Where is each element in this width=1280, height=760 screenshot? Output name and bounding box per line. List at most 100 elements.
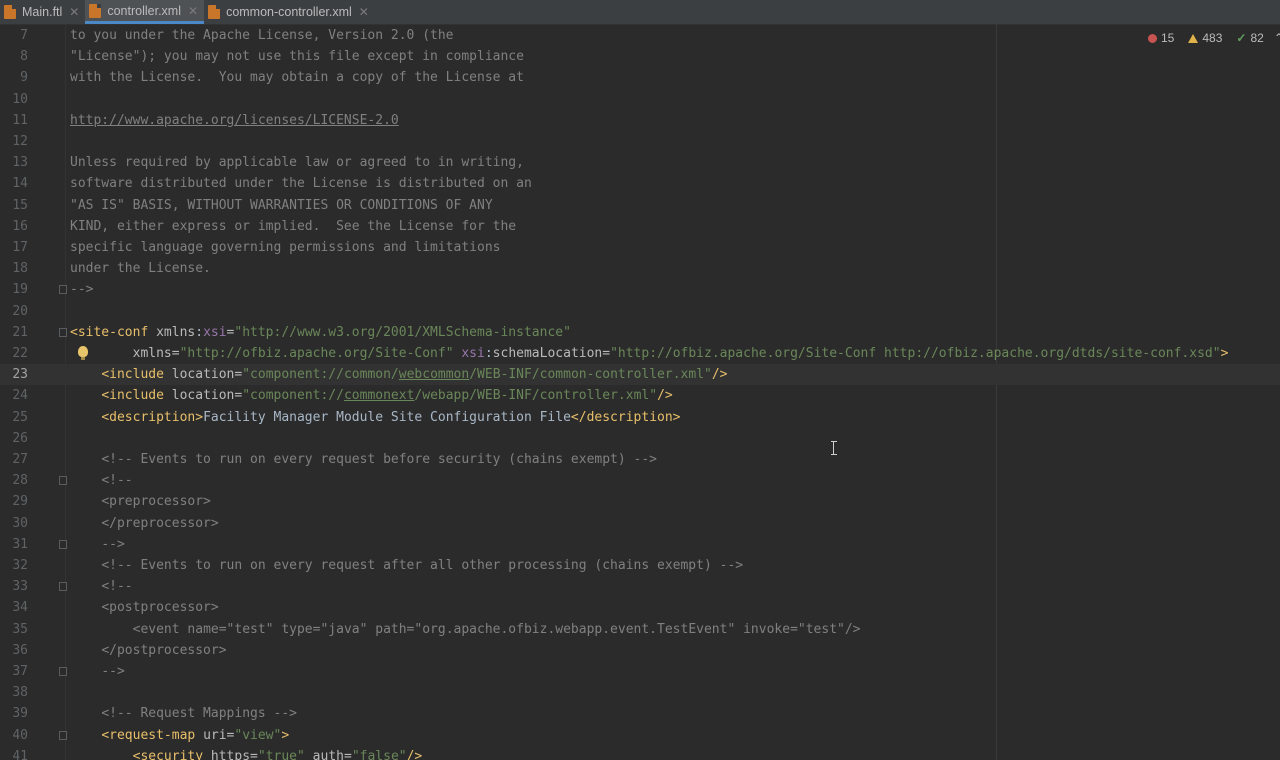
line-number[interactable]: 10 [0, 89, 28, 110]
line-number[interactable]: 27 [0, 449, 28, 470]
code-line[interactable]: 15 "AS IS" BASIS, WITHOUT WARRANTIES OR C… [0, 195, 1280, 216]
code-line[interactable]: 39 <!-- Request Mappings --> [0, 703, 1280, 724]
code-line[interactable]: 38 [0, 682, 1280, 703]
code-line[interactable]: 8 "License"); you may not use this file e… [0, 46, 1280, 67]
code-line[interactable]: 26 [0, 428, 1280, 449]
line-number[interactable]: 12 [0, 131, 28, 152]
line-number[interactable]: 28 [0, 470, 28, 491]
line-number[interactable]: 16 [0, 216, 28, 237]
code-token: = [602, 346, 611, 361]
fold-marker-icon[interactable] [59, 539, 67, 549]
code-line[interactable]: 10 [0, 89, 1280, 110]
inspection-widget[interactable]: 15 483 ✓ 82 ⌃ [1148, 29, 1280, 47]
line-number[interactable]: 23 [0, 364, 28, 385]
fold-marker-icon[interactable] [59, 285, 67, 295]
line-number[interactable]: 24 [0, 385, 28, 406]
code-token: http://www.apache.org/licenses/LICENSE-2… [70, 112, 399, 128]
close-icon[interactable]: ✕ [359, 5, 369, 19]
line-number[interactable]: 33 [0, 576, 28, 597]
code-line[interactable]: 31 --> [0, 534, 1280, 555]
xml-file-icon [89, 3, 102, 18]
line-number[interactable]: 13 [0, 152, 28, 173]
fold-marker-icon[interactable] [59, 667, 67, 676]
code-line[interactable]: 25 <description>Facility Manager Module … [0, 407, 1280, 428]
line-number[interactable]: 15 [0, 195, 28, 216]
ftl-file-icon [4, 5, 16, 19]
close-icon[interactable]: ✕ [69, 5, 79, 19]
line-number[interactable]: 34 [0, 597, 28, 618]
code-line[interactable]: 36 </postprocessor> [0, 640, 1280, 661]
code-token: /> [406, 748, 423, 760]
code-editor[interactable]: 7 to you under the Apache License, Versio… [0, 24, 1280, 760]
code-line[interactable]: 22 xmlns="http://ofbiz.apache.org/Site-C… [0, 343, 1280, 364]
line-number[interactable]: 17 [0, 237, 28, 258]
code-line[interactable]: 37 --> [0, 661, 1280, 682]
line-number[interactable]: 18 [0, 258, 28, 279]
code-line[interactable]: 40 <request-map uri="view"> [0, 725, 1280, 746]
line-number[interactable]: 20 [0, 301, 28, 322]
code-line[interactable]: 34 <postprocessor> [0, 597, 1280, 618]
code-line[interactable]: 14 software distributed under the License… [0, 173, 1280, 194]
fold-marker-icon[interactable] [59, 582, 67, 592]
fold-marker-icon[interactable] [59, 730, 67, 740]
code-line[interactable]: 21 <site-conf xmlns:xsi="http://www.w3.or… [0, 322, 1280, 343]
code-line[interactable]: 32 <!-- Events to run on every request a… [0, 555, 1280, 576]
close-icon[interactable]: ✕ [188, 4, 198, 18]
code-line[interactable]: 16 KIND, either express or implied. See t… [0, 216, 1280, 237]
line-number[interactable]: 9 [0, 67, 28, 88]
code-line[interactable]: 29 <preprocessor> [0, 491, 1280, 512]
code-line[interactable]: 20 [0, 301, 1280, 322]
line-number[interactable]: 14 [0, 173, 28, 194]
chevron-up-icon[interactable]: ⌃ [1274, 31, 1280, 45]
line-number[interactable]: 41 [0, 746, 28, 760]
code-line[interactable]: 28 <!-- [0, 470, 1280, 491]
line-number[interactable]: 35 [0, 619, 28, 640]
code-line[interactable]: 12 [0, 131, 1280, 152]
line-number[interactable]: 36 [0, 640, 28, 661]
code-line[interactable]: 24 <include location="component://common… [0, 385, 1280, 406]
code-line[interactable]: 9 with the License. You may obtain a copy… [0, 67, 1280, 88]
code-line[interactable]: 33 <!-- [0, 576, 1280, 597]
code-line[interactable]: 18 under the License. [0, 258, 1280, 279]
line-number[interactable]: 37 [0, 661, 28, 682]
line-number[interactable]: 32 [0, 555, 28, 576]
line-number[interactable]: 11 [0, 110, 28, 131]
code-line[interactable]: 35 <event name="test" type="java" path="… [0, 619, 1280, 640]
line-code: <!-- Events to run on every request befo… [70, 449, 657, 470]
line-number[interactable]: 40 [0, 725, 28, 746]
line-number[interactable]: 7 [0, 25, 28, 46]
line-number[interactable]: 39 [0, 703, 28, 724]
line-number[interactable]: 21 [0, 322, 28, 343]
tab-controller-xml[interactable]: controller.xml ✕ [85, 0, 205, 24]
code-line[interactable]: 11 http://www.apache.org/licenses/LICENSE… [0, 110, 1280, 131]
code-line[interactable]: 23 <include location="component://common… [0, 364, 1280, 386]
line-number[interactable]: 22 [0, 343, 28, 364]
code-token: = [343, 748, 352, 760]
line-number[interactable]: 38 [0, 682, 28, 703]
line-number[interactable]: 8 [0, 46, 28, 67]
code-line[interactable]: 41 <security https="true" auth="false"/> [0, 746, 1280, 760]
line-number[interactable]: 30 [0, 513, 28, 534]
code-line[interactable]: 7 to you under the Apache License, Versio… [0, 25, 1280, 46]
code-line[interactable]: 17 specific language governing permission… [0, 237, 1280, 258]
line-number[interactable]: 29 [0, 491, 28, 512]
line-number[interactable]: 26 [0, 428, 28, 449]
line-code: specific language governing permissions … [70, 237, 500, 258]
fold-marker-icon[interactable] [59, 476, 67, 486]
tab-main-ftl[interactable]: Main.ftl ✕ [0, 0, 85, 24]
fold-marker-icon[interactable] [59, 327, 67, 337]
code-line[interactable]: 19 --> [0, 279, 1280, 300]
code-line[interactable]: 27 <!-- Events to run on every request b… [0, 449, 1280, 470]
code-line[interactable]: 13 Unless required by applicable law or a… [0, 152, 1280, 173]
line-number[interactable]: 31 [0, 534, 28, 555]
tab-common-controller-xml[interactable]: common-controller.xml ✕ [204, 0, 375, 24]
code-line[interactable]: 30 </preprocessor> [0, 513, 1280, 534]
line-code: <preprocessor> [70, 491, 211, 512]
line-number[interactable]: 19 [0, 279, 28, 300]
line-number[interactable]: 25 [0, 407, 28, 428]
